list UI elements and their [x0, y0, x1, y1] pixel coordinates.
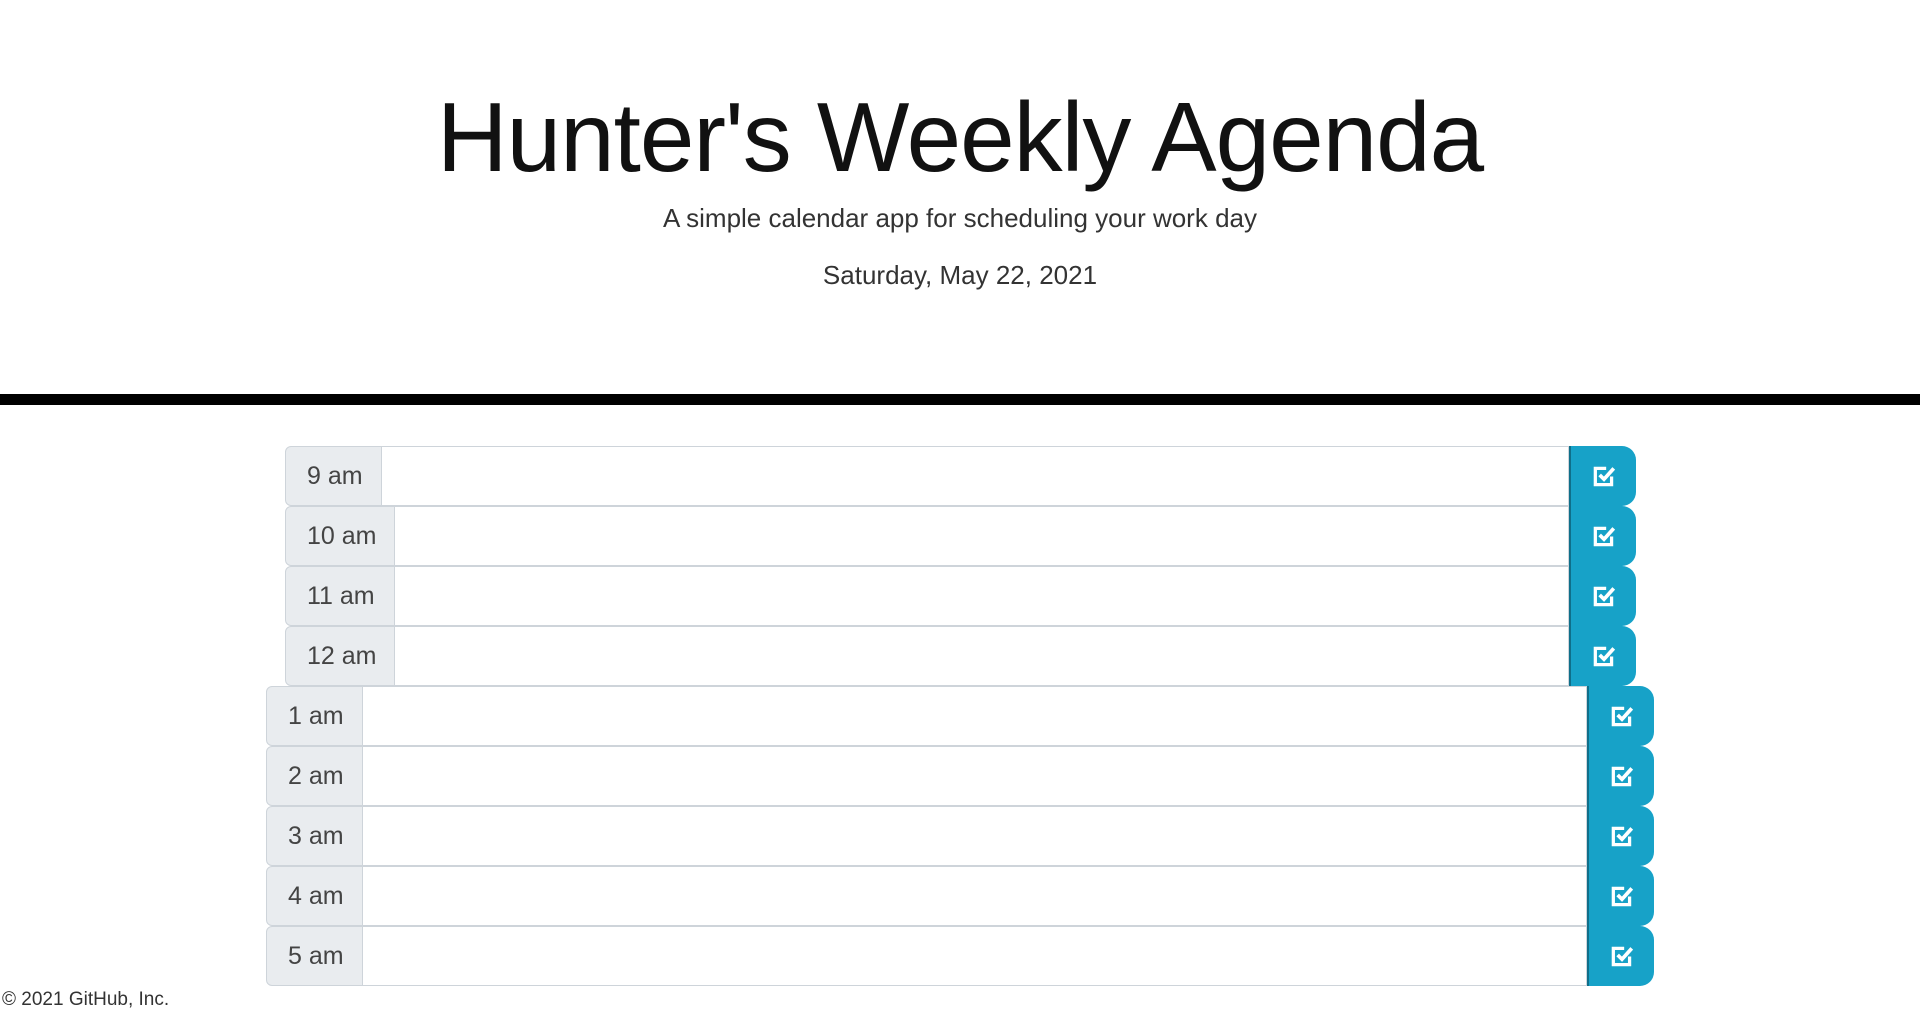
check-square-icon [1611, 946, 1633, 967]
current-date: Saturday, May 22, 2021 [822, 260, 1098, 290]
time-block-row: 5 am [266, 926, 1654, 986]
time-block-row: 11 am [285, 566, 1636, 626]
task-input[interactable] [363, 746, 1587, 806]
time-block-row: 1 am [266, 686, 1654, 746]
hour-label: 9 am [285, 446, 382, 506]
save-button[interactable] [1569, 566, 1636, 626]
header: Hunter's Weekly Agenda A simple calendar… [0, 0, 1920, 394]
task-input[interactable] [363, 866, 1587, 926]
check-square-icon [1593, 646, 1615, 667]
task-input[interactable] [363, 806, 1587, 866]
task-input[interactable] [363, 686, 1587, 746]
time-block-row: 12 am [285, 626, 1636, 686]
save-button[interactable] [1587, 746, 1654, 806]
save-button[interactable] [1587, 686, 1654, 746]
time-block-row: 10 am [285, 506, 1636, 566]
hour-label: 5 am [266, 926, 363, 986]
task-input[interactable] [395, 626, 1569, 686]
check-square-icon [1611, 826, 1633, 847]
hour-label: 10 am [285, 506, 395, 566]
save-button[interactable] [1569, 506, 1636, 566]
page-subtitle: A simple calendar app for scheduling you… [663, 203, 1257, 233]
time-block-row: 3 am [266, 806, 1654, 866]
time-block-row: 2 am [266, 746, 1654, 806]
page-title: Hunter's Weekly Agenda [436, 82, 1484, 192]
footer-copyright: © 2021 GitHub, Inc. [2, 989, 170, 1010]
save-button[interactable] [1569, 446, 1636, 506]
save-button[interactable] [1587, 806, 1654, 866]
time-block-row: 9 am [285, 446, 1636, 506]
hour-label: 2 am [266, 746, 363, 806]
task-input[interactable] [363, 926, 1587, 986]
save-button[interactable] [1587, 866, 1654, 926]
hour-label: 4 am [266, 866, 363, 926]
header-divider [0, 394, 1920, 405]
hour-label: 1 am [266, 686, 363, 746]
save-button[interactable] [1587, 926, 1654, 986]
hour-label: 12 am [285, 626, 395, 686]
check-square-icon [1593, 586, 1615, 607]
hour-label: 11 am [285, 566, 395, 626]
task-input[interactable] [395, 506, 1569, 566]
time-block-row: 4 am [266, 866, 1654, 926]
task-input[interactable] [382, 446, 1569, 506]
check-square-icon [1611, 886, 1633, 907]
check-square-icon [1611, 766, 1633, 787]
check-square-icon [1593, 466, 1615, 487]
hour-label: 3 am [266, 806, 363, 866]
check-square-icon [1593, 526, 1615, 547]
task-input[interactable] [395, 566, 1569, 626]
save-button[interactable] [1569, 626, 1636, 686]
check-square-icon [1611, 706, 1633, 727]
